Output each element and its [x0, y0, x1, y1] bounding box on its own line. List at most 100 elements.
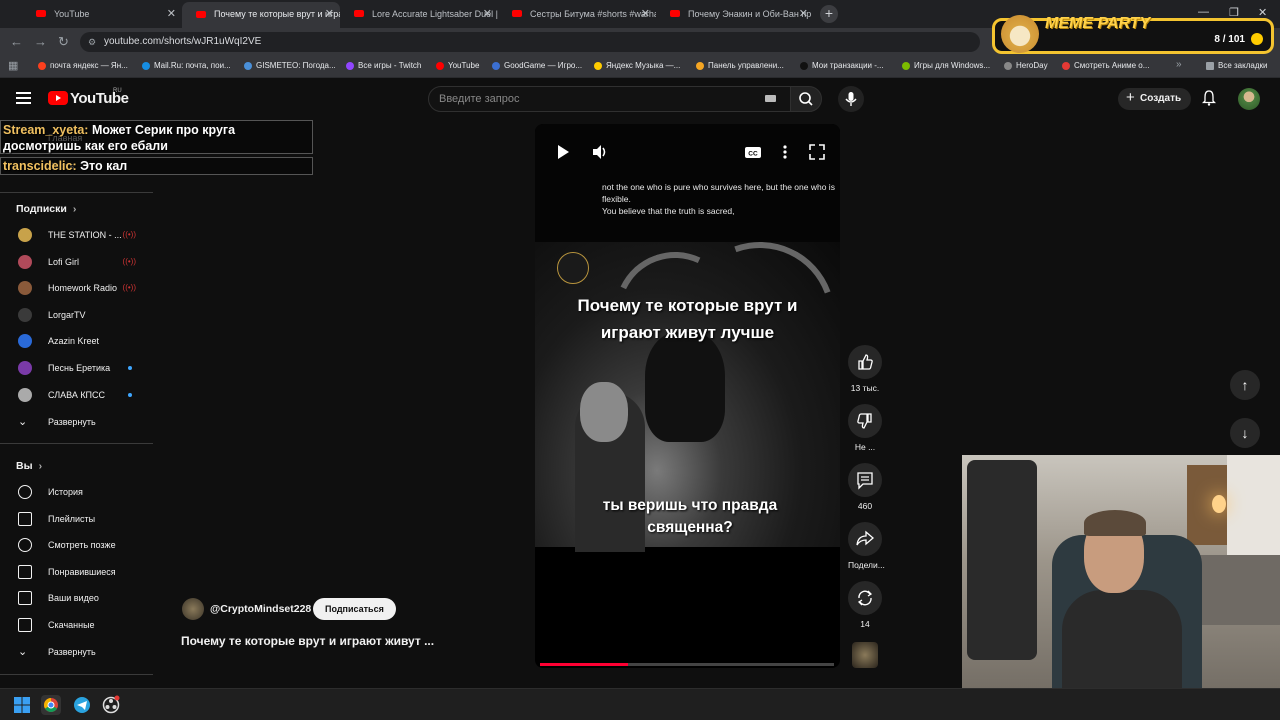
back-icon[interactable]: ←: [10, 34, 23, 49]
channel-watermark-logo: [557, 252, 589, 284]
bookmark-link[interactable]: HeroDay: [1004, 61, 1048, 70]
site-info-icon[interactable]: ⚙: [88, 32, 96, 52]
video-title[interactable]: Почему те которые врут и играют живут ..…: [181, 634, 434, 648]
all-bookmarks-link[interactable]: Все закладки: [1206, 61, 1267, 70]
subscription-name: Lofi Girl: [48, 256, 80, 267]
decoration: [967, 460, 1037, 660]
video-progress-bar[interactable]: [540, 663, 834, 666]
more-options-icon[interactable]: [775, 142, 795, 162]
browser-tab[interactable]: Сестры Битума #shorts #warha ✕: [498, 3, 656, 25]
shorts-video-player[interactable]: not the one who is pure who survives her…: [535, 124, 840, 668]
more-bookmarks-icon[interactable]: »: [1176, 59, 1182, 70]
sound-thumbnail[interactable]: [852, 642, 878, 668]
browser-tab[interactable]: YouTube ✕: [22, 3, 182, 25]
bookmark-link[interactable]: YouTube: [436, 61, 479, 70]
sidebar: Главная Shorts Подписки THE STATION - ..…: [0, 118, 160, 678]
bookmark-link[interactable]: Яндекс Музыка —...: [594, 61, 680, 70]
sidebar-subscription[interactable]: Песнь Еретика: [16, 358, 146, 378]
sidebar-item-you-6[interactable]: ⌄ Развернуть: [16, 642, 146, 662]
create-button[interactable]: Создать: [1118, 87, 1192, 110]
telegram-icon[interactable]: [72, 695, 92, 715]
browser-tab[interactable]: Почему Энакин и Оби-Ван пр ✕: [656, 3, 814, 25]
bookmark-favicon-icon: [696, 62, 704, 70]
youtube-favicon-icon: [512, 10, 522, 17]
sidebar-item-you-3[interactable]: Понравившиеся: [16, 562, 146, 582]
forward-icon[interactable]: →: [34, 34, 47, 49]
next-short-button[interactable]: ↓: [1230, 418, 1260, 448]
close-tab-icon[interactable]: ✕: [799, 3, 808, 25]
bookmark-link[interactable]: Mail.Ru: почта, пои...: [142, 61, 231, 70]
subscriptions-header[interactable]: Подписки: [16, 203, 76, 215]
sidebar-subscription[interactable]: Lofi Girl ((•)): [16, 252, 146, 272]
bookmark-link[interactable]: почта яндекс — Ян...: [38, 61, 128, 70]
bookmark-favicon-icon: [346, 62, 354, 70]
menu-icon[interactable]: [16, 92, 31, 104]
bookmark-link[interactable]: Смотреть Аниме о...: [1062, 61, 1149, 70]
dislike-button[interactable]: Не ...: [848, 404, 882, 452]
search-button[interactable]: [790, 86, 822, 112]
youtube-favicon-icon: [670, 10, 680, 17]
bookmark-link[interactable]: Панель управлени...: [696, 61, 784, 70]
play-icon[interactable]: [553, 142, 573, 162]
volume-icon[interactable]: [590, 142, 610, 162]
reload-icon[interactable]: ↻: [58, 34, 69, 50]
close-tab-icon[interactable]: ✕: [167, 3, 176, 25]
sidebar-item-you-4[interactable]: Ваши видео: [16, 588, 146, 608]
subscribe-button[interactable]: Подписаться: [313, 598, 396, 620]
subscription-name: LorgarTV: [48, 309, 86, 320]
sidebar-item-you-1[interactable]: Плейлисты: [16, 509, 146, 529]
captions-icon[interactable]: CC: [743, 142, 763, 162]
sidebar-expand-subscriptions[interactable]: ⌄ Развернуть: [16, 412, 146, 432]
new-content-dot-icon: [128, 392, 132, 397]
bookmark-link[interactable]: GISMETEO: Погода...: [244, 61, 336, 70]
obs-icon[interactable]: [101, 695, 121, 715]
close-tab-icon[interactable]: ✕: [325, 2, 334, 26]
sidebar-item-you-2[interactable]: Смотреть позже: [16, 535, 146, 555]
sidebar-subscription[interactable]: THE STATION - ... ((•)): [16, 225, 146, 245]
bookmark-link[interactable]: Игры для Windows...: [902, 61, 990, 70]
divider: [0, 443, 153, 444]
like-button[interactable]: 13 тыс.: [848, 345, 882, 393]
close-tab-icon[interactable]: ✕: [641, 3, 650, 25]
user-avatar[interactable]: [1238, 88, 1260, 110]
keyboard-icon[interactable]: [765, 95, 776, 102]
fullscreen-icon[interactable]: [807, 142, 827, 162]
voice-search-button[interactable]: [838, 86, 864, 112]
video-subtitles: not the one who is pure who survives her…: [602, 181, 840, 217]
sidebar-subscription[interactable]: LorgarTV: [16, 305, 146, 325]
bookmark-favicon-icon: [244, 62, 252, 70]
chrome-icon[interactable]: [41, 695, 61, 715]
apps-grid-icon[interactable]: ▦: [8, 59, 18, 72]
bookmark-favicon-icon: [800, 62, 808, 70]
sidebar-item-you-0[interactable]: История: [16, 482, 146, 502]
meme-party-widget: MEME PARTY 8 / 101: [992, 15, 1274, 54]
windows-start-icon[interactable]: [12, 695, 32, 715]
bookmark-favicon-icon: [1062, 62, 1070, 70]
close-tab-icon[interactable]: ✕: [483, 3, 492, 25]
share-button[interactable]: Подели...: [848, 522, 885, 570]
new-tab-button[interactable]: +: [820, 5, 838, 23]
sidebar-subscription[interactable]: Azazin Kreet: [16, 331, 146, 351]
channel-handle[interactable]: @CryptoMindset228: [210, 603, 311, 615]
youtube-logo-icon[interactable]: [48, 91, 68, 105]
remix-button[interactable]: 14: [848, 581, 882, 629]
bookmark-link[interactable]: Все игры - Twitch: [346, 61, 421, 70]
sidebar-item-you-5[interactable]: Скачанные: [16, 615, 146, 635]
sidebar-subscription[interactable]: СЛАВА КПСС: [16, 385, 146, 405]
url-field[interactable]: ⚙ youtube.com/shorts/wJR1uWqI2VE: [80, 32, 980, 52]
browser-tab-active[interactable]: Почему те которые врут и игра ✕: [182, 2, 340, 28]
browser-tab[interactable]: Lore Accurate Lightsaber Duel | ✕: [340, 3, 498, 25]
bookmark-link[interactable]: GoodGame — Игро...: [492, 61, 582, 70]
bookmark-favicon-icon: [492, 62, 500, 70]
minimize-icon[interactable]: —: [1198, 6, 1209, 18]
previous-short-button[interactable]: ↑: [1230, 370, 1260, 400]
youtube-header: YouTube RU Введите запрос Создать: [0, 80, 1280, 118]
sidebar-subscription[interactable]: Homework Radio ((•)): [16, 278, 146, 298]
comments-button[interactable]: 460: [848, 463, 882, 511]
search-input[interactable]: Введите запрос: [428, 86, 792, 112]
subtitle-line: You believe that the truth is sacred,: [602, 206, 735, 216]
channel-avatar[interactable]: [182, 598, 204, 620]
you-header[interactable]: Вы: [16, 460, 42, 472]
notifications-bell-icon[interactable]: [1202, 90, 1216, 106]
bookmark-link[interactable]: Мои транзакции -...: [800, 61, 884, 70]
